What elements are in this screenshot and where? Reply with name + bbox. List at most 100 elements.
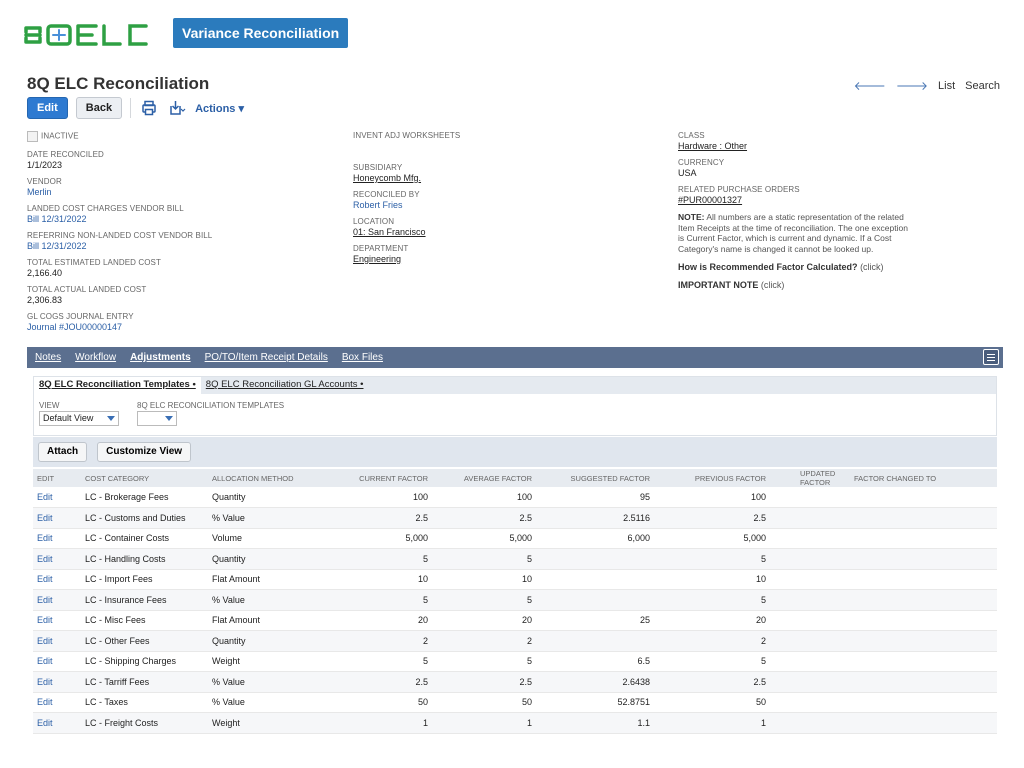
subtab-gl-accounts[interactable]: 8Q ELC Reconciliation GL Accounts • [201,377,369,394]
total-estimated-label: TOTAL ESTIMATED LANDED COST [27,258,161,267]
download-icon[interactable] [167,98,187,118]
table-row[interactable]: Edit LC - Other Fees Quantity 2 2 2 [33,630,997,652]
location-value[interactable]: 01: San Francisco [353,227,643,238]
arrow-left-icon[interactable]: 🡐 [854,78,886,93]
edit-link[interactable]: Edit [33,569,81,590]
column-header-previous-factor[interactable]: PREVIOUS FACTOR [654,469,770,487]
view-filter: VIEW Default View [39,401,119,426]
factor-changed-to [850,507,997,529]
inactive-checkbox[interactable] [27,131,38,142]
edit-link[interactable]: Edit [33,548,81,570]
tab-adjustments[interactable]: Adjustments [130,352,191,363]
factor-changed-to [850,712,997,734]
previous-factor: 50 [654,692,770,713]
header-bar: Variance Reconciliation [0,0,1024,60]
edit-link[interactable]: Edit [33,507,81,529]
current-factor: 5 [320,548,432,570]
lc-vendor-bill-link[interactable]: Bill 12/31/2022 [27,214,327,225]
location-label: LOCATION [353,217,395,226]
column-header-average-factor[interactable]: AVERAGE FACTOR [432,469,536,487]
table-row[interactable]: Edit LC - Container Costs Volume 5,000 5,000… [33,528,997,549]
nonlc-vendor-bill-link[interactable]: Bill 12/31/2022 [27,241,327,252]
actions-menu[interactable]: Actions ▾ [195,102,244,115]
tab-menu-icon[interactable] [983,349,999,365]
class-value[interactable]: Hardware : Other [678,141,998,152]
table-row[interactable]: Edit LC - Customs and Duties% Value 2.5 2.5… [33,507,997,529]
suggested-factor [536,630,654,652]
column-header-allocation-method[interactable]: ALLOCATION METHOD [208,469,320,487]
factor-changed-to [850,528,997,549]
column-header-factor-changed-to[interactable]: FACTOR CHANGED TO [850,469,997,487]
cost-category: LC - Misc Fees [81,610,208,631]
average-factor: 50 [432,692,536,713]
table-row[interactable]: Edit LC - Taxes% Value 50 50 52.8751 50 [33,692,997,713]
table-row[interactable]: Edit LC - Freight Costs Weight 1 1 1.1 1 [33,712,997,734]
allocation-method: % Value [208,671,320,693]
factor-changed-to [850,630,997,652]
table-row[interactable]: Edit LC - Insurance Fees% Value 5 5 5 [33,589,997,611]
page-title: 8Q ELC Reconciliation [27,74,210,93]
updated-factor [770,712,850,734]
column-header-suggested-factor[interactable]: SUGGESTED FACTOR [536,469,654,487]
tab-box-files[interactable]: Box Files [342,352,383,363]
cost-category: LC - Freight Costs [81,712,208,734]
department-label: DEPARTMENT [353,244,409,253]
list-link[interactable]: List [938,80,955,92]
subsidiary-value[interactable]: Honeycomb Mfg. [353,173,643,184]
search-link[interactable]: Search [965,80,1000,92]
important-note-click: (click) [760,280,785,290]
column-header-updated-factor[interactable]: UPDATED FACTOR [770,469,850,487]
previous-factor: 5,000 [654,528,770,549]
table-row[interactable]: Edit LC - Import Fees Flat Amount 10 10 10 [33,569,997,590]
customize-view-button[interactable]: Customize View [97,442,192,462]
edit-link[interactable]: Edit [33,692,81,713]
reconciled-by-link[interactable]: Robert Fries [353,200,643,211]
current-factor: 1 [320,712,432,734]
table-row[interactable]: Edit LC - Misc Fees Flat Amount 20 20 25 20 [33,610,997,631]
edit-link[interactable]: Edit [33,630,81,652]
nonlc-vendor-bill-label: REFERRING NON-LANDED COST VENDOR BILL [27,231,213,240]
edit-link[interactable]: Edit [33,610,81,631]
tab-workflow[interactable]: Workflow [75,352,116,363]
record-toolbar: Edit Back Actions ▾ [27,97,244,119]
print-icon[interactable] [139,98,159,118]
attach-button[interactable]: Attach [38,442,88,462]
tab-notes[interactable]: Notes [35,352,61,363]
table-row[interactable]: Edit LC - Brokerage Fees Quantity 100 100 95 1… [33,487,997,508]
subtab-reconciliation-templates[interactable]: 8Q ELC Reconciliation Templates • [34,377,201,394]
column-header-current-factor[interactable]: CURRENT FACTOR [320,469,432,487]
department-value[interactable]: Engineering [353,254,643,265]
cost-category: LC - Shipping Charges [81,651,208,672]
column-header-cost-category[interactable]: COST CATEGORY [81,469,208,487]
important-note-help[interactable]: IMPORTANT NOTE (click) [678,280,998,290]
edit-link[interactable]: Edit [33,671,81,693]
view-select[interactable]: Default View [39,411,119,426]
tab-po-receipt-details[interactable]: PO/TO/Item Receipt Details [205,352,328,363]
allocation-method: Weight [208,651,320,672]
chevron-down-icon [107,416,115,421]
how-calculated-title: How is Recommended Factor Calculated? [678,262,858,272]
suggested-factor [536,548,654,570]
how-calculated-help[interactable]: How is Recommended Factor Calculated? (c… [678,262,998,272]
table-row[interactable]: Edit LC - Handling Costs Quantity 5 5 5 [33,548,997,570]
vendor-link[interactable]: Merlin [27,187,327,198]
company-logo[interactable] [22,22,154,48]
table-row[interactable]: Edit LC - Shipping Charges Weight 5 5 6.5 5 [33,651,997,672]
allocation-method: % Value [208,692,320,713]
edit-link[interactable]: Edit [33,589,81,611]
current-factor: 2 [320,630,432,652]
updated-factor [770,671,850,693]
edit-button[interactable]: Edit [27,97,68,119]
edit-link[interactable]: Edit [33,712,81,734]
gl-cogs-link[interactable]: Journal #JOU00000147 [27,322,327,333]
table-row[interactable]: Edit LC - Tarriff Fees% Value 2.5 2.5 2.6438… [33,671,997,693]
edit-link[interactable]: Edit [33,651,81,672]
templates-select[interactable] [137,411,177,426]
edit-link[interactable]: Edit [33,487,81,508]
edit-link[interactable]: Edit [33,528,81,549]
arrow-right-icon[interactable]: 🡒 [896,78,928,93]
related-po-link[interactable]: #PUR00001327 [678,195,998,206]
back-button[interactable]: Back [75,97,123,119]
previous-factor: 2 [654,630,770,652]
average-factor: 5 [432,589,536,611]
